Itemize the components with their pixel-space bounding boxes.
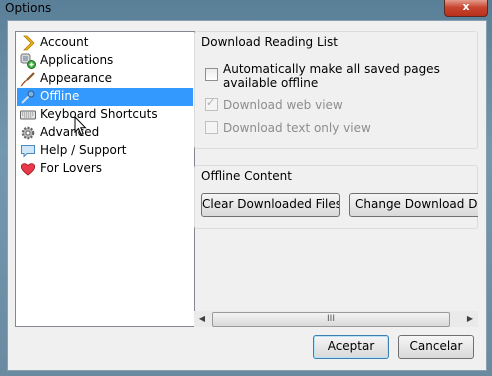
auto-save-checkbox[interactable] (205, 68, 218, 81)
sidebar-item-label: Help / Support (40, 143, 127, 157)
scroll-right-arrow-icon[interactable]: ▶ (462, 311, 478, 327)
sidebar-item-label: Applications (40, 53, 114, 67)
speech-bubble-icon (21, 145, 35, 158)
cancel-button[interactable]: Cancelar (398, 335, 474, 359)
offline-content-group: Offline Content Clear Downloaded Files C… (194, 165, 478, 229)
text-only-checkbox[interactable] (205, 121, 218, 134)
gear-icon (21, 126, 35, 140)
horizontal-scrollbar[interactable]: ◀ III ▶ (194, 311, 478, 327)
auto-save-label: Automatically make all saved pages avail… (223, 62, 440, 90)
change-download-directory-button[interactable]: Change Download Directory (349, 193, 478, 217)
options-window: Options x Account Applications Appearanc… (0, 0, 492, 376)
sidebar-item-applications[interactable]: Applications (17, 52, 193, 70)
sidebar-item-help-support[interactable]: Help / Support (17, 142, 193, 160)
sidebar-item-label: Advanced (40, 125, 100, 139)
applications-icon (20, 53, 36, 69)
options-category-list[interactable]: Account Applications Appearance Offline … (15, 31, 195, 327)
clear-downloaded-files-button[interactable]: Clear Downloaded Files (201, 193, 340, 217)
download-reading-list-group: Download Reading List Automatically make… (194, 31, 478, 149)
sidebar-item-account[interactable]: Account (17, 34, 193, 52)
web-view-checkbox[interactable]: ✓ (205, 96, 218, 111)
sidebar-item-keyboard-shortcuts[interactable]: Keyboard Shortcuts (17, 106, 193, 124)
group-title: Offline Content (201, 169, 292, 183)
close-button[interactable]: x (444, 0, 488, 17)
sidebar-item-appearance[interactable]: Appearance (17, 70, 193, 88)
offline-icon (21, 90, 35, 104)
sidebar-item-label: Offline (40, 89, 80, 103)
web-view-label: Download web view (223, 98, 343, 112)
dialog-body: Account Applications Appearance Offline … (7, 20, 487, 371)
heart-icon (20, 163, 36, 176)
text-only-label: Download text only view (223, 121, 371, 135)
sidebar-item-for-lovers[interactable]: For Lovers (17, 160, 193, 178)
sidebar-item-label: Keyboard Shortcuts (40, 107, 158, 121)
title-bar[interactable]: Options x (0, 0, 492, 19)
settings-pane[interactable]: Download Reading List Automatically make… (194, 31, 478, 325)
sidebar-item-label: Account (40, 35, 89, 49)
window-title: Options (5, 1, 52, 15)
scroll-left-arrow-icon[interactable]: ◀ (194, 311, 210, 327)
appearance-brush-icon (20, 72, 35, 87)
sidebar-item-label: For Lovers (40, 161, 103, 175)
ok-button[interactable]: Aceptar (313, 335, 389, 359)
scroll-thumb[interactable]: III (212, 312, 450, 327)
account-chevron-icon (23, 35, 35, 51)
sidebar-item-offline[interactable]: Offline (17, 88, 193, 106)
sidebar-item-advanced[interactable]: Advanced (17, 124, 193, 142)
keyboard-icon (20, 110, 36, 120)
sidebar-item-label: Appearance (40, 71, 113, 85)
checkmark-icon: ✓ (206, 96, 216, 109)
group-title: Download Reading List (201, 35, 338, 49)
mouse-cursor-icon (74, 116, 87, 136)
